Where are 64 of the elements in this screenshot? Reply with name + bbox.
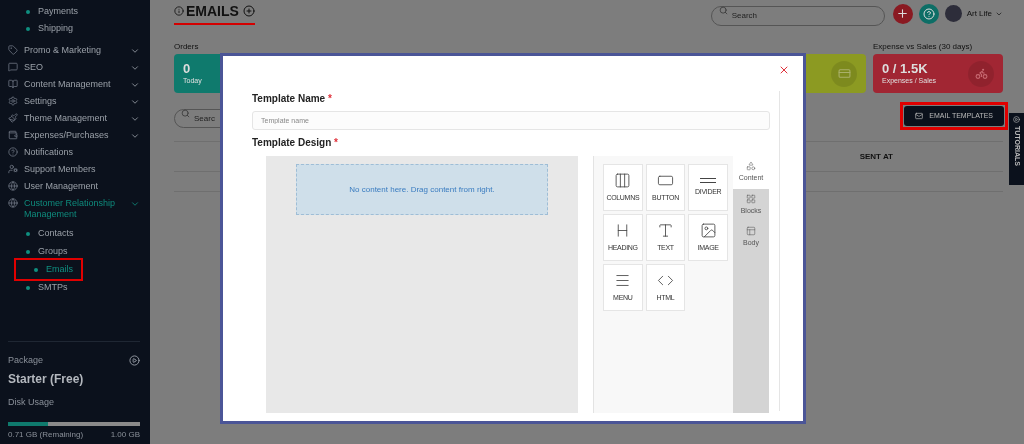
drop-zone: No content here. Drag content from right. (296, 164, 548, 215)
field-label: Template Design * (252, 136, 339, 150)
sidebar-subitem[interactable]: Emails (16, 260, 81, 279)
close-button[interactable] (778, 64, 790, 76)
add-icon[interactable] (242, 5, 255, 17)
sidebar-item[interactable]: Theme Management (8, 110, 140, 127)
chat-icon (8, 62, 18, 72)
settings-icon (8, 96, 18, 106)
chevron-icon (130, 199, 140, 209)
stat-label: Expense vs Sales (30 days) (873, 42, 973, 51)
sidebar-subitem[interactable]: Groups (8, 243, 76, 260)
sidebar-subitem[interactable]: SMTPs (8, 279, 76, 296)
sidebar-item[interactable]: Support Members (8, 161, 140, 178)
brush-icon (8, 113, 18, 123)
sidebar-item[interactable]: User Management (8, 178, 140, 195)
double-line-icon (700, 177, 717, 183)
search-field[interactable]: Search (710, 5, 885, 26)
help-button[interactable] (918, 3, 939, 24)
layout-icon (746, 226, 756, 236)
search-icon (718, 6, 728, 16)
sidebar-subitem[interactable]: Contacts (8, 225, 82, 242)
globe-icon (8, 198, 18, 208)
user-name[interactable]: Art Life (966, 7, 992, 20)
shapes-icon (746, 161, 756, 171)
help-icon (922, 7, 935, 20)
sidebar-item[interactable]: Settings (8, 93, 140, 110)
text-icon (657, 221, 674, 239)
globe-icon (8, 181, 18, 191)
play-icon[interactable] (129, 355, 140, 367)
column-header: SENT AT (859, 150, 893, 163)
add-button[interactable] (892, 3, 913, 24)
info-icon (174, 6, 184, 16)
stat-value: 0 / 1.5K (882, 60, 929, 76)
disk-total: 1.00 GB (110, 429, 140, 441)
avatar[interactable] (944, 5, 962, 22)
sidebar-item[interactable]: SEO (8, 59, 140, 76)
plan-name: Starter (Free) (8, 370, 85, 388)
disk-usage-label: Disk Usage (8, 395, 55, 409)
search-icon (181, 109, 190, 118)
sidebar-item[interactable]: Customer Relationship Management (8, 195, 140, 223)
image-icon (699, 221, 717, 239)
package-label: Package (8, 354, 44, 367)
disk-remaining: 0.71 GB (Remaining) (8, 429, 84, 441)
mail-icon (915, 112, 924, 120)
user-gear-icon (8, 164, 18, 174)
tag-icon (8, 45, 18, 55)
sidebar-subitem[interactable]: Payments (8, 3, 87, 20)
page-title: EMAILS (174, 0, 255, 25)
book-icon (8, 79, 18, 89)
sidebar-item[interactable]: Promo & Marketing (8, 42, 140, 59)
sidebar-item[interactable]: Notifications (8, 144, 140, 161)
sidebar-subitem[interactable]: Shipping (8, 20, 82, 37)
stat-label: Orders (174, 42, 199, 51)
columns-icon (614, 171, 632, 189)
play-icon (1013, 116, 1020, 123)
stat-value: 0 (183, 60, 192, 76)
plus-icon (896, 7, 910, 20)
grid-icon (746, 193, 756, 204)
sidebar-item[interactable]: Content Management (8, 76, 140, 93)
close-icon (778, 64, 790, 76)
help-circle-icon (8, 147, 18, 157)
field-label: Template Name * (252, 92, 333, 106)
sidebar-item[interactable]: Expenses/Purchases (8, 127, 140, 144)
wallet-icon (8, 130, 18, 140)
